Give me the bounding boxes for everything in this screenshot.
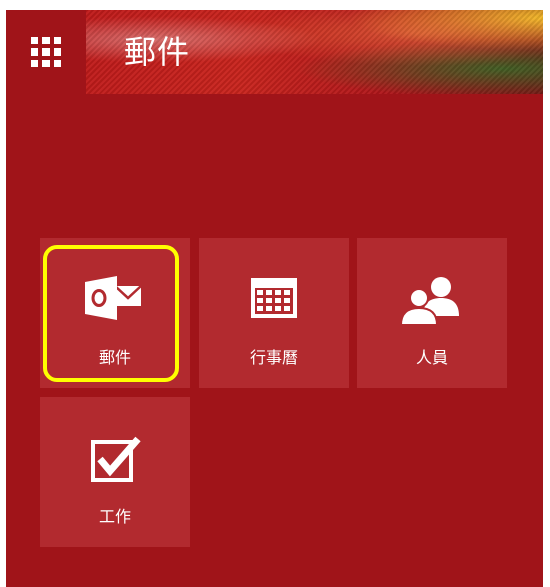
- tasks-checkbox-icon: [88, 435, 142, 487]
- tile-mail[interactable]: 郵件: [40, 238, 190, 388]
- tile-label-mail: 郵件: [98, 348, 131, 367]
- tile-calendar[interactable]: 行事曆: [199, 238, 349, 388]
- tile-label-people: 人員: [415, 348, 448, 367]
- tile-tasks[interactable]: 工作: [40, 397, 190, 547]
- header-banner: 郵件: [86, 10, 549, 94]
- page-title: 郵件: [124, 33, 191, 71]
- waffle-icon: [31, 37, 61, 67]
- tile-label-tasks: 工作: [98, 507, 131, 526]
- outlook-mail-icon: [85, 276, 145, 324]
- tile-label-calendar: 行事曆: [249, 348, 298, 367]
- calendar-icon: [249, 276, 299, 324]
- people-icon: [397, 276, 467, 330]
- app-launcher-button[interactable]: [6, 10, 86, 94]
- tile-people[interactable]: 人員: [357, 238, 507, 388]
- right-edge: [543, 10, 550, 587]
